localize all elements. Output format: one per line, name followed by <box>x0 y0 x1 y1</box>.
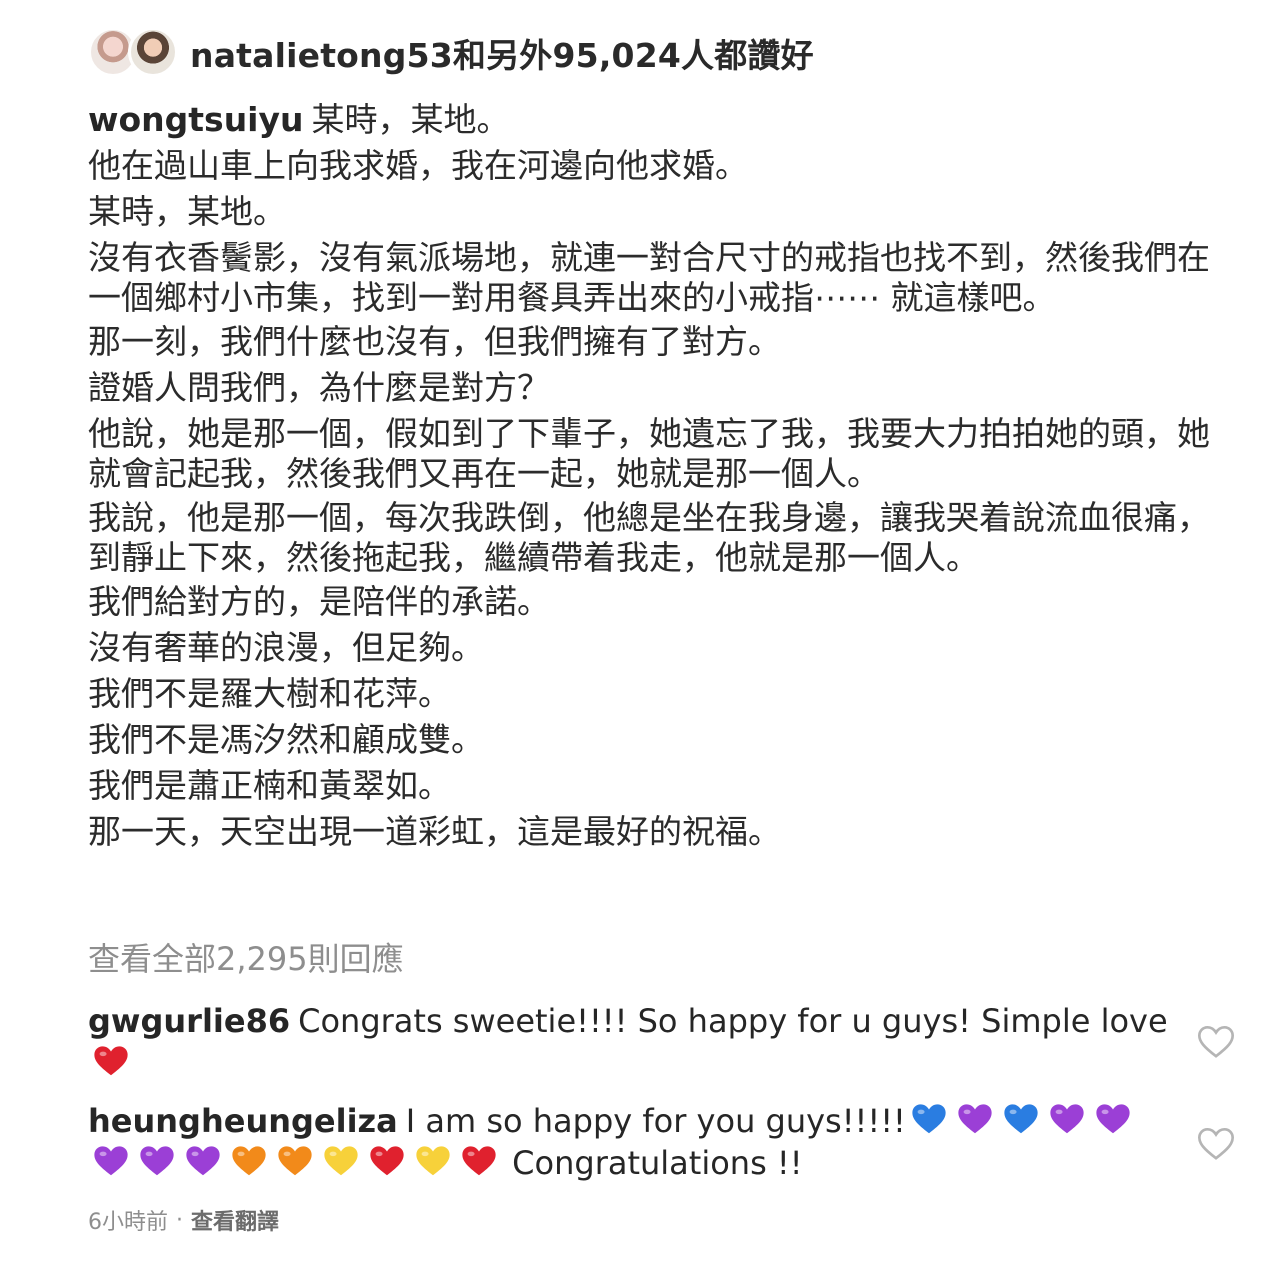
caption-line: 那一天，天空出現一道彩虹，這是最好的祝福。 <box>88 812 781 851</box>
purple-heart-emoji-icon <box>958 1104 992 1134</box>
view-all-comments-link[interactable]: 查看全部2,295則回應 <box>88 934 404 980</box>
comment: heungheungeliza I am so happy for you guy… <box>88 1100 1168 1184</box>
purple-heart-emoji-icon <box>1050 1104 1084 1134</box>
caption-line: 我們是蕭正楠和黃翠如。 <box>88 766 451 805</box>
yellow-heart-emoji-icon <box>324 1146 358 1176</box>
orange-heart-emoji-icon <box>232 1146 266 1176</box>
blue-heart-emoji-icon <box>912 1104 946 1134</box>
comment-text: Congrats sweetie!!!! So happy for u guys… <box>298 1002 1168 1040</box>
meta-separator: · <box>176 1207 183 1233</box>
comment-emoji-group <box>88 1044 134 1082</box>
orange-heart-emoji-icon <box>278 1146 312 1176</box>
caption-first-line: wongtsuiyu 某時，某地。 <box>88 100 1228 140</box>
comment-meta: 6小時前 · 查看翻譯 <box>88 1204 279 1236</box>
comment-username[interactable]: gwgurlie86 <box>88 1002 290 1040</box>
comment: gwgurlie86 Congrats sweetie!!!! So happy … <box>88 1000 1168 1084</box>
red-heart-emoji-icon <box>94 1046 128 1076</box>
caption-line: 我們不是羅大樹和花萍。 <box>88 674 451 713</box>
like-comment-heart-icon[interactable] <box>1196 1124 1236 1164</box>
like-comment-heart-icon[interactable] <box>1196 1022 1236 1062</box>
likes-count-text[interactable]: natalietong53和另外95,024人都讚好 <box>190 29 814 77</box>
red-heart-emoji-icon <box>370 1146 404 1176</box>
likes-summary[interactable]: natalietong53和另外95,024人都讚好 <box>88 22 814 84</box>
post-username[interactable]: wongtsuiyu <box>88 100 304 139</box>
red-heart-emoji-icon <box>462 1146 496 1176</box>
caption-line: 證婚人問我們，為什麼是對方？ <box>88 368 550 407</box>
purple-heart-emoji-icon <box>186 1146 220 1176</box>
comment-timestamp: 6小時前 <box>88 1210 168 1235</box>
purple-heart-emoji-icon <box>94 1146 128 1176</box>
liker-avatars <box>88 25 180 81</box>
caption-line: 我們給對方的，是陪伴的承諾。 <box>88 582 550 621</box>
yellow-heart-emoji-icon <box>416 1146 450 1176</box>
blue-heart-emoji-icon <box>1004 1104 1038 1134</box>
caption-line: 他在過山車上向我求婚，我在河邊向他求婚。 <box>88 146 748 185</box>
avatar <box>128 27 178 77</box>
comment-tail-text: Congratulations !! <box>512 1144 803 1182</box>
caption-line: 他說，她是那一個，假如到了下輩子，她遺忘了我，我要大力拍拍她的頭，她就會記起我，… <box>88 414 1210 493</box>
caption-line: 那一刻，我們什麼也沒有，但我們擁有了對方。 <box>88 322 781 361</box>
post-caption: wongtsuiyu 某時，某地。 他在過山車上向我求婚，我在河邊向他求婚。 某時… <box>88 100 1228 858</box>
comment-text: I am so happy for you guys!!!!! <box>405 1102 906 1140</box>
comment-username[interactable]: heungheungeliza <box>88 1102 398 1140</box>
caption-text: 某時，某地。 <box>311 100 510 139</box>
purple-heart-emoji-icon <box>1096 1104 1130 1134</box>
purple-heart-emoji-icon <box>140 1146 174 1176</box>
caption-line: 我們不是馮汐然和顧成雙。 <box>88 720 484 759</box>
caption-line: 某時，某地。 <box>88 192 286 231</box>
see-translation-link[interactable]: 查看翻譯 <box>191 1204 279 1236</box>
caption-line: 沒有衣香鬢影，沒有氣派場地，就連一對合尺寸的戒指也找不到，然後我們在一個鄉村小市… <box>88 238 1210 317</box>
caption-line: 我說，他是那一個，每次我跌倒，他總是坐在我身邊，讓我哭着說流血很痛，到靜止下來，… <box>88 498 1210 577</box>
caption-line: 沒有奢華的浪漫，但足夠。 <box>88 628 484 667</box>
